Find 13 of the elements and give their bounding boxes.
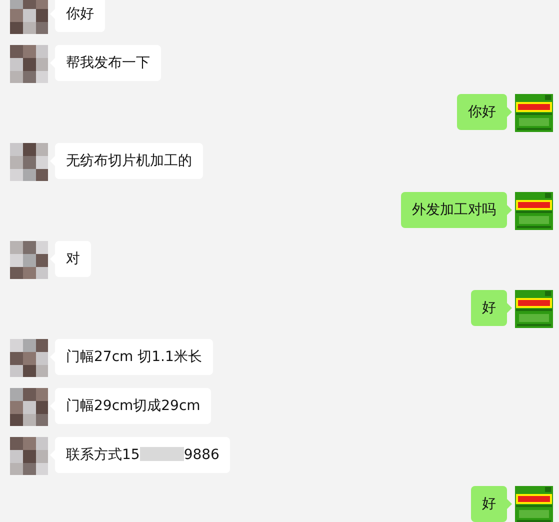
message-bubble: 好: [471, 486, 507, 522]
message-text: 9886: [184, 447, 220, 463]
message-bubble: 外发加工对吗: [401, 192, 507, 228]
message-bubble: 好: [471, 290, 507, 326]
message-bubble: 无纺布切片机加工的: [55, 143, 203, 179]
message-bubble: 你好: [55, 0, 105, 32]
message-bubble: 你好: [457, 94, 507, 130]
message-text: 联系方式15: [66, 447, 140, 463]
message-bubble: 门幅27cm 切1.1米长: [55, 339, 213, 375]
message-bubble: 帮我发布一下: [55, 45, 161, 81]
message-bubble: 门幅29cm切成29cm: [55, 388, 212, 424]
redaction-mark: [140, 447, 184, 461]
message-bubble: 对: [55, 241, 91, 277]
